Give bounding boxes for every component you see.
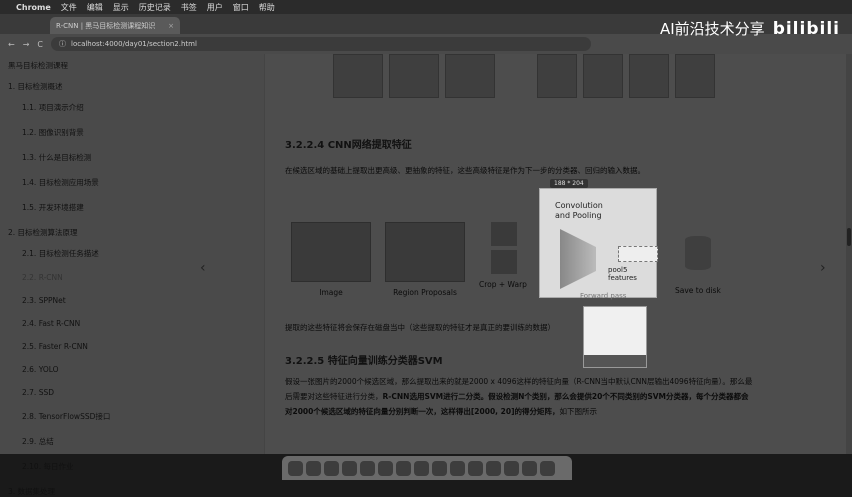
sidebar-item-2-6[interactable]: 2.6. YOLO (22, 365, 256, 374)
menu-history[interactable]: 历史记录 (139, 2, 171, 13)
sidebar-item-1-5[interactable]: 1.5. 开发环境搭建 (22, 202, 256, 213)
dock-app-icon[interactable] (306, 460, 321, 476)
sidebar-item-2-2[interactable]: 2.2. R-CNN (22, 273, 256, 282)
dock-app-icon[interactable] (522, 460, 537, 476)
region-proposals-image (385, 222, 465, 282)
section-heading-svm: 3.2.2.5 特征向量训练分类器SVM (285, 356, 443, 367)
dock-app-icon[interactable] (504, 460, 519, 476)
dock-app-icon[interactable] (360, 460, 375, 476)
menu-window[interactable]: 窗口 (233, 2, 249, 13)
page-content: 黑马目标检测课程 1. 目标检测概述 1.1. 项目演示介绍 1.2. 图像识别… (0, 54, 852, 496)
dock-app-icon[interactable] (324, 460, 339, 476)
sidebar-item-1-4[interactable]: 1.4. 目标检测应用场景 (22, 177, 256, 188)
menu-file[interactable]: 文件 (61, 2, 77, 13)
dock-app-icon[interactable] (432, 460, 447, 476)
sidebar-item-1-3[interactable]: 1.3. 什么是目标检测 (22, 152, 256, 163)
sidebar-section-3[interactable]: 3. 数据集处理 (8, 486, 256, 497)
figure-save-disk: Save to disk (675, 222, 721, 295)
screenshot-selection-popup[interactable]: 188 * 204 Convolution and Pooling pool5 … (539, 179, 658, 300)
dock-app-icon[interactable] (342, 460, 357, 476)
scrollbar[interactable] (846, 54, 852, 454)
sidebar-item-2-5[interactable]: 2.5. Faster R-CNN (22, 342, 256, 351)
caption-image: Image (319, 288, 343, 297)
main-content: 3.2.2.4 CNN网络提取特征 在候选区域的基础上提取出更高级、更抽象的特征… (265, 54, 852, 454)
dock-app-icon[interactable] (450, 460, 465, 476)
dock-app-icon[interactable] (288, 460, 303, 476)
scrollbar-thumb[interactable] (847, 228, 851, 246)
paragraph-save-features: 提取的这些特征将会保存在磁盘当中（这些提取的特征才是真正的要训练的数据） (285, 323, 555, 332)
reload-icon[interactable]: C (37, 40, 43, 49)
url-field[interactable]: ⓘ localhost:4000/day01/section2.html (51, 37, 591, 51)
thumbnail (629, 54, 669, 98)
sidebar-item-2-8[interactable]: 2.8. TensorFlowSSD接口 (22, 411, 256, 422)
figure-region-proposals: Region Proposals (385, 222, 465, 297)
sidebar: 黑马目标检测课程 1. 目标检测概述 1.1. 项目演示介绍 1.2. 图像识别… (0, 54, 265, 496)
menu-bookmarks[interactable]: 书签 (181, 2, 197, 13)
pool5-label: pool5 features (608, 266, 637, 282)
sidebar-item-1-1[interactable]: 1.1. 项目演示介绍 (22, 102, 256, 113)
sidebar-item-2-7[interactable]: 2.7. SSD (22, 388, 256, 397)
forward-pass-label: Forward pass (580, 292, 627, 300)
menu-view[interactable]: 显示 (113, 2, 129, 13)
caption-crop-warp: Crop + Warp (479, 280, 527, 289)
video-watermark: AI前沿技术分享 bilibili (660, 18, 840, 39)
sidebar-item-2-1[interactable]: 2.1. 目标检测任务描述 (22, 248, 256, 259)
course-title[interactable]: 黑马目标检测课程 (8, 60, 256, 71)
thumbnail (583, 54, 623, 98)
paragraph-feature-extraction: 在候选区域的基础上提取出更高级、更抽象的特征，这些高级特征是作为下一步的分类器、… (285, 166, 645, 175)
menu-people[interactable]: 用户 (207, 2, 223, 13)
menu-chrome[interactable]: Chrome (16, 3, 51, 12)
sidebar-item-1-2[interactable]: 1.2. 图像识别背景 (22, 127, 256, 138)
caption-region-proposals: Region Proposals (393, 288, 457, 297)
dock-app-icon[interactable] (468, 460, 483, 476)
conv-label: Convolution and Pooling (555, 201, 603, 220)
cat-image (291, 222, 371, 282)
macos-menubar: Chrome 文件 编辑 显示 历史记录 书签 用户 窗口 帮助 (0, 0, 852, 14)
dock-app-icon[interactable] (378, 460, 393, 476)
macos-dock (282, 456, 572, 480)
tab-title: R-CNN | 黑马目标检测课程知识 (56, 21, 156, 30)
thumbnail (537, 54, 577, 98)
thumbnail (389, 54, 439, 98)
thumbnail (445, 54, 495, 98)
caption-save-disk: Save to disk (675, 286, 721, 295)
tab-rcnn[interactable]: R-CNN | 黑马目标检测课程知识 × (50, 17, 180, 34)
disk-icon (684, 236, 711, 270)
sidebar-section-1[interactable]: 1. 目标检测概述 (8, 81, 256, 92)
figure-crop-warp: Crop + Warp (479, 222, 527, 289)
back-arrow-icon[interactable]: ← (8, 40, 15, 49)
thumbnail (333, 54, 383, 98)
prev-page-arrow-icon[interactable]: ‹ (200, 260, 206, 276)
watermark-text: AI前沿技术分享 (660, 20, 765, 38)
dock-app-icon[interactable] (486, 460, 501, 476)
next-page-arrow-icon[interactable]: › (820, 260, 826, 276)
figure-image: Image (291, 222, 371, 297)
top-image-strip (333, 54, 715, 98)
selection-size-badge: 188 * 204 (550, 179, 588, 188)
sidebar-item-2-3[interactable]: 2.3. SPPNet (22, 296, 256, 305)
sidebar-item-2-9[interactable]: 2.9. 总结 (22, 436, 256, 447)
screenshot-preview-thumbnail[interactable] (583, 306, 647, 368)
info-icon: ⓘ (59, 40, 66, 48)
thumbnail (675, 54, 715, 98)
dock-app-icon[interactable] (540, 460, 555, 476)
dock-app-icon[interactable] (414, 460, 429, 476)
sidebar-item-2-10[interactable]: 2.10. 每日作业 (22, 461, 256, 472)
paragraph-svm: 假设一张图片的2000个候选区域，那么提取出来的就是2000 x 4096这样的… (285, 377, 753, 416)
section-heading-cnn: 3.2.2.4 CNN网络提取特征 (285, 140, 412, 151)
sidebar-item-2-4[interactable]: 2.4. Fast R-CNN (22, 319, 256, 328)
sidebar-section-2[interactable]: 2. 目标检测算法原理 (8, 227, 256, 238)
menu-help[interactable]: 帮助 (259, 2, 275, 13)
cnn-funnel-shape (560, 229, 596, 289)
forward-arrow-icon[interactable]: → (23, 40, 30, 49)
url-text: localhost:4000/day01/section2.html (71, 40, 197, 48)
crop-warp-images (479, 222, 527, 274)
menu-edit[interactable]: 编辑 (87, 2, 103, 13)
bilibili-logo: bilibili (772, 18, 840, 39)
close-tab-icon[interactable]: × (168, 22, 174, 30)
pool5-box (618, 246, 658, 262)
dock-app-icon[interactable] (396, 460, 411, 476)
